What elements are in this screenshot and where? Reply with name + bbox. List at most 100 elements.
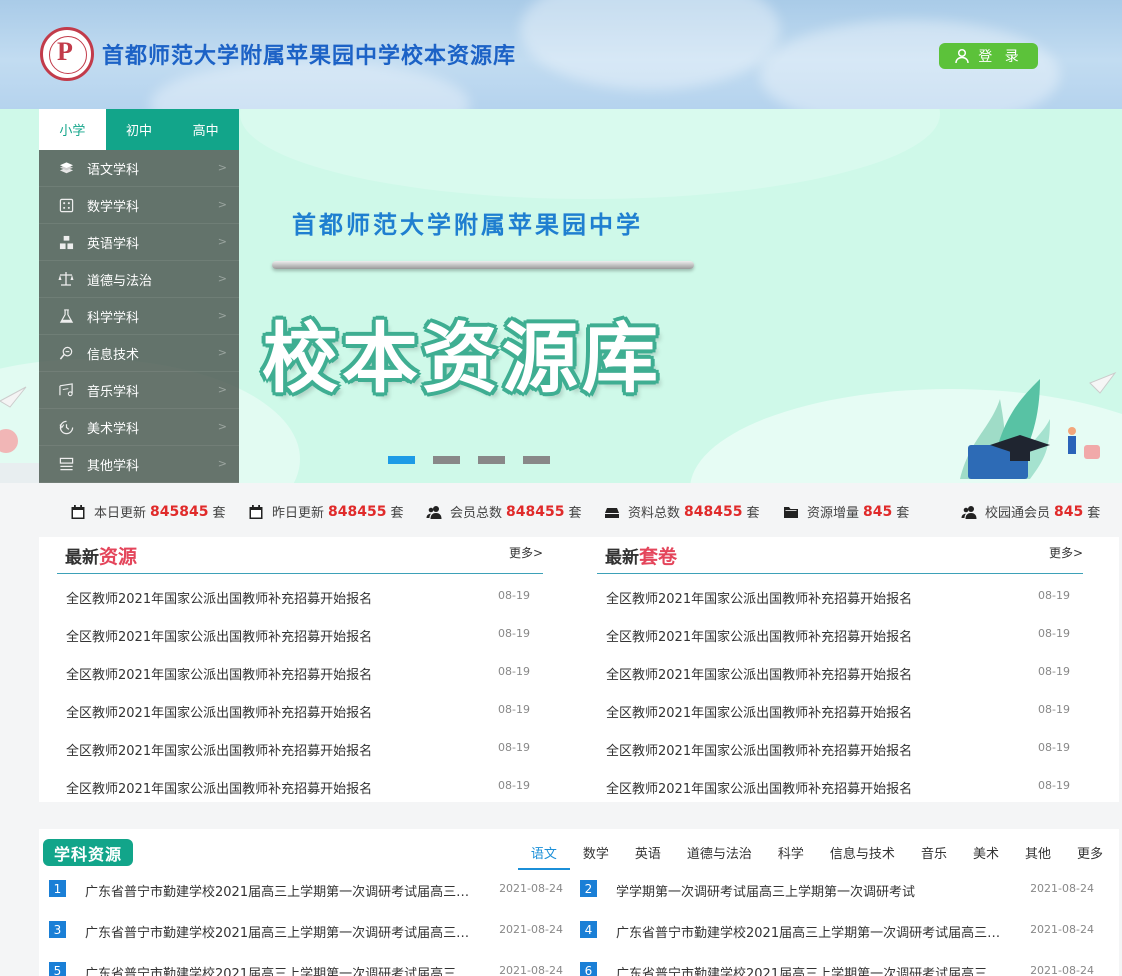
- list-item[interactable]: 5 广东省普宁市勤建学校2021届高三上学期第一次调研考试届高三上学期第一次调研考…: [49, 962, 563, 976]
- resource-title[interactable]: 广东省普宁市勤建学校2021届高三上学期第一次调研考试届高三上学期第一次调研考试: [85, 881, 470, 900]
- resource-title[interactable]: 广东省普宁市勤建学校2021届高三上学期第一次调研考试届高三上学期第一次调研考试: [616, 963, 1001, 976]
- category-item-math[interactable]: 数学学科 >: [39, 187, 239, 224]
- banner-divider: [272, 261, 694, 269]
- calendar-icon: [249, 504, 263, 519]
- list-item[interactable]: 全区教师2021年国家公派出国教师补充招募开始报名 08-19: [597, 612, 1083, 650]
- tab-music[interactable]: 音乐: [908, 843, 960, 870]
- category-item-info-tech[interactable]: 信息技术 >: [39, 335, 239, 372]
- stat-yesterday-update: 昨日更新 848455 套: [248, 502, 403, 521]
- news-title[interactable]: 全区教师2021年国家公派出国教师补充招募开始报名: [66, 664, 372, 683]
- stat-today-update: 本日更新 845845 套: [70, 502, 225, 521]
- list-item[interactable]: 全区教师2021年国家公派出国教师补充招募开始报名 08-19: [57, 764, 543, 802]
- school-logo[interactable]: [40, 27, 94, 81]
- carousel-dot-3[interactable]: [478, 456, 505, 464]
- resource-title[interactable]: 广东省普宁市勤建学校2021届高三上学期第一次调研考试届高三上学期第一次调研考试: [85, 922, 470, 941]
- stat-unit: 套: [390, 506, 404, 521]
- header-cloud: [520, 0, 780, 90]
- news-date: 08-19: [1038, 703, 1070, 716]
- category-item-label: 其他学科: [87, 458, 140, 474]
- category-menu: 小学 初中 高中 语文学科 > 数学学科 > 英语学科 > 道德与法治 > 科学…: [39, 109, 239, 483]
- stat-label: 会员总数: [450, 506, 503, 521]
- tab-primary[interactable]: 小学: [39, 109, 106, 150]
- list-item[interactable]: 全区教师2021年国家公派出国教师补充招募开始报名 08-19: [597, 650, 1083, 688]
- category-item-english[interactable]: 英语学科 >: [39, 224, 239, 261]
- resource-title[interactable]: 广东省普宁市勤建学校2021届高三上学期第一次调研考试届高三上学期第一次调研考试: [616, 922, 1001, 941]
- more-link[interactable]: 更多>: [509, 544, 543, 561]
- category-item-other[interactable]: 其他学科 >: [39, 446, 239, 483]
- news-title[interactable]: 全区教师2021年国家公派出国教师补充招募开始报名: [66, 588, 372, 607]
- tab-art[interactable]: 美术: [960, 843, 1012, 870]
- tab-info-tech[interactable]: 信息与技术: [817, 843, 908, 870]
- list-item[interactable]: 6 广东省普宁市勤建学校2021届高三上学期第一次调研考试届高三上学期第一次调研考…: [580, 962, 1094, 976]
- category-item-label: 信息技术: [87, 347, 140, 363]
- carousel-dot-1[interactable]: [388, 456, 415, 464]
- category-item-chinese[interactable]: 语文学科 >: [39, 150, 239, 187]
- stat-material-total: 资料总数 848455 套: [604, 502, 759, 521]
- list-item[interactable]: 全区教师2021年国家公派出国教师补充招募开始报名 08-19: [597, 726, 1083, 764]
- banner-main-title: 校本资源库: [262, 314, 662, 403]
- tab-chinese[interactable]: 语文: [517, 843, 570, 870]
- list-item[interactable]: 1 广东省普宁市勤建学校2021届高三上学期第一次调研考试届高三上学期第一次调研考…: [49, 880, 563, 921]
- category-item-label: 英语学科: [87, 236, 140, 252]
- title-prefix: 最新: [605, 548, 639, 568]
- stats-bar: 本日更新 845845 套 昨日更新 848455 套 会员总数 848455 …: [0, 483, 1122, 537]
- list-item[interactable]: 3 广东省普宁市勤建学校2021届高三上学期第一次调研考试届高三上学期第一次调研考…: [49, 921, 563, 962]
- news-title[interactable]: 全区教师2021年国家公派出国教师补充招募开始报名: [66, 740, 372, 759]
- tab-english[interactable]: 英语: [622, 843, 674, 870]
- more-link[interactable]: 更多>: [1049, 544, 1083, 561]
- news-title[interactable]: 全区教师2021年国家公派出国教师补充招募开始报名: [606, 740, 912, 759]
- news-title[interactable]: 全区教师2021年国家公派出国教师补充招募开始报名: [66, 778, 372, 797]
- list-item[interactable]: 全区教师2021年国家公派出国教师补充招募开始报名 08-19: [57, 726, 543, 764]
- news-date: 08-19: [498, 665, 530, 678]
- news-title[interactable]: 全区教师2021年国家公派出国教师补充招募开始报名: [66, 702, 372, 721]
- resource-date: 2021-08-24: [1030, 882, 1094, 895]
- list-item[interactable]: 全区教师2021年国家公派出国教师补充招募开始报名 08-19: [57, 650, 543, 688]
- resource-date: 2021-08-24: [1030, 964, 1094, 976]
- news-title[interactable]: 全区教师2021年国家公派出国教师补充招募开始报名: [66, 626, 372, 645]
- latest-resources-section: 最新资源 更多> 全区教师2021年国家公派出国教师补充招募开始报名 08-19 …: [57, 537, 543, 802]
- list-item[interactable]: 全区教师2021年国家公派出国教师补充招募开始报名 08-19: [597, 574, 1083, 612]
- news-title[interactable]: 全区教师2021年国家公派出国教师补充招募开始报名: [606, 702, 912, 721]
- stat-label: 本日更新: [94, 506, 147, 521]
- title-prefix: 最新: [65, 548, 99, 568]
- list-item[interactable]: 全区教师2021年国家公派出国教师补充招募开始报名 08-19: [597, 688, 1083, 726]
- list-item[interactable]: 全区教师2021年国家公派出国教师补充招募开始报名 08-19: [597, 764, 1083, 802]
- news-title[interactable]: 全区教师2021年国家公派出国教师补充招募开始报名: [606, 664, 912, 683]
- paper-plane-icon: [0, 386, 40, 483]
- news-title[interactable]: 全区教师2021年国家公派出国教师补充招募开始报名: [606, 778, 912, 797]
- category-item-science[interactable]: 科学学科 >: [39, 298, 239, 335]
- news-title[interactable]: 全区教师2021年国家公派出国教师补充招募开始报名: [606, 626, 912, 645]
- tab-senior[interactable]: 高中: [172, 109, 239, 150]
- category-item-morality-law[interactable]: 道德与法治 >: [39, 261, 239, 298]
- tab-math[interactable]: 数学: [570, 843, 622, 870]
- carousel-dot-4[interactable]: [523, 456, 550, 464]
- list-item[interactable]: 全区教师2021年国家公派出国教师补充招募开始报名 08-19: [57, 688, 543, 726]
- site-header: 首都师范大学附属苹果园中学校本资源库 登 录: [0, 0, 1122, 109]
- list-item[interactable]: 全区教师2021年国家公派出国教师补充招募开始报名 08-19: [57, 612, 543, 650]
- stat-value: 845: [1054, 503, 1084, 520]
- news-date: 08-19: [498, 741, 530, 754]
- news-title[interactable]: 全区教师2021年国家公派出国教师补充招募开始报名: [606, 588, 912, 607]
- tab-junior[interactable]: 初中: [106, 109, 173, 150]
- resource-title[interactable]: 广东省普宁市勤建学校2021届高三上学期第一次调研考试届高三上学期第一次调研考试: [85, 963, 470, 976]
- tab-more[interactable]: 更多: [1064, 843, 1103, 870]
- chevron-right-icon: >: [217, 457, 227, 470]
- list-item[interactable]: 全区教师2021年国家公派出国教师补充招募开始报名 08-19: [57, 574, 543, 612]
- carousel-dot-2[interactable]: [433, 456, 460, 464]
- tab-morality-law[interactable]: 道德与法治: [674, 843, 765, 870]
- category-item-music[interactable]: 音乐学科 >: [39, 372, 239, 409]
- resource-title[interactable]: 学学期第一次调研考试届高三上学期第一次调研考试: [616, 881, 1001, 900]
- list-item[interactable]: 2 学学期第一次调研考试届高三上学期第一次调研考试 2021-08-24: [580, 880, 1094, 921]
- category-item-art[interactable]: 美术学科 >: [39, 409, 239, 446]
- category-item-label: 语文学科: [87, 162, 140, 178]
- books-icon: [58, 160, 74, 176]
- rank-badge: 5: [49, 962, 66, 976]
- news-date: 08-19: [498, 779, 530, 792]
- news-date: 08-19: [1038, 627, 1070, 640]
- tab-science[interactable]: 科学: [765, 843, 817, 870]
- login-button[interactable]: 登 录: [939, 43, 1038, 69]
- site-title[interactable]: 首都师范大学附属苹果园中学校本资源库: [102, 38, 516, 70]
- rank-badge: 6: [580, 962, 597, 976]
- list-item[interactable]: 4 广东省普宁市勤建学校2021届高三上学期第一次调研考试届高三上学期第一次调研考…: [580, 921, 1094, 962]
- tab-other[interactable]: 其他: [1012, 843, 1064, 870]
